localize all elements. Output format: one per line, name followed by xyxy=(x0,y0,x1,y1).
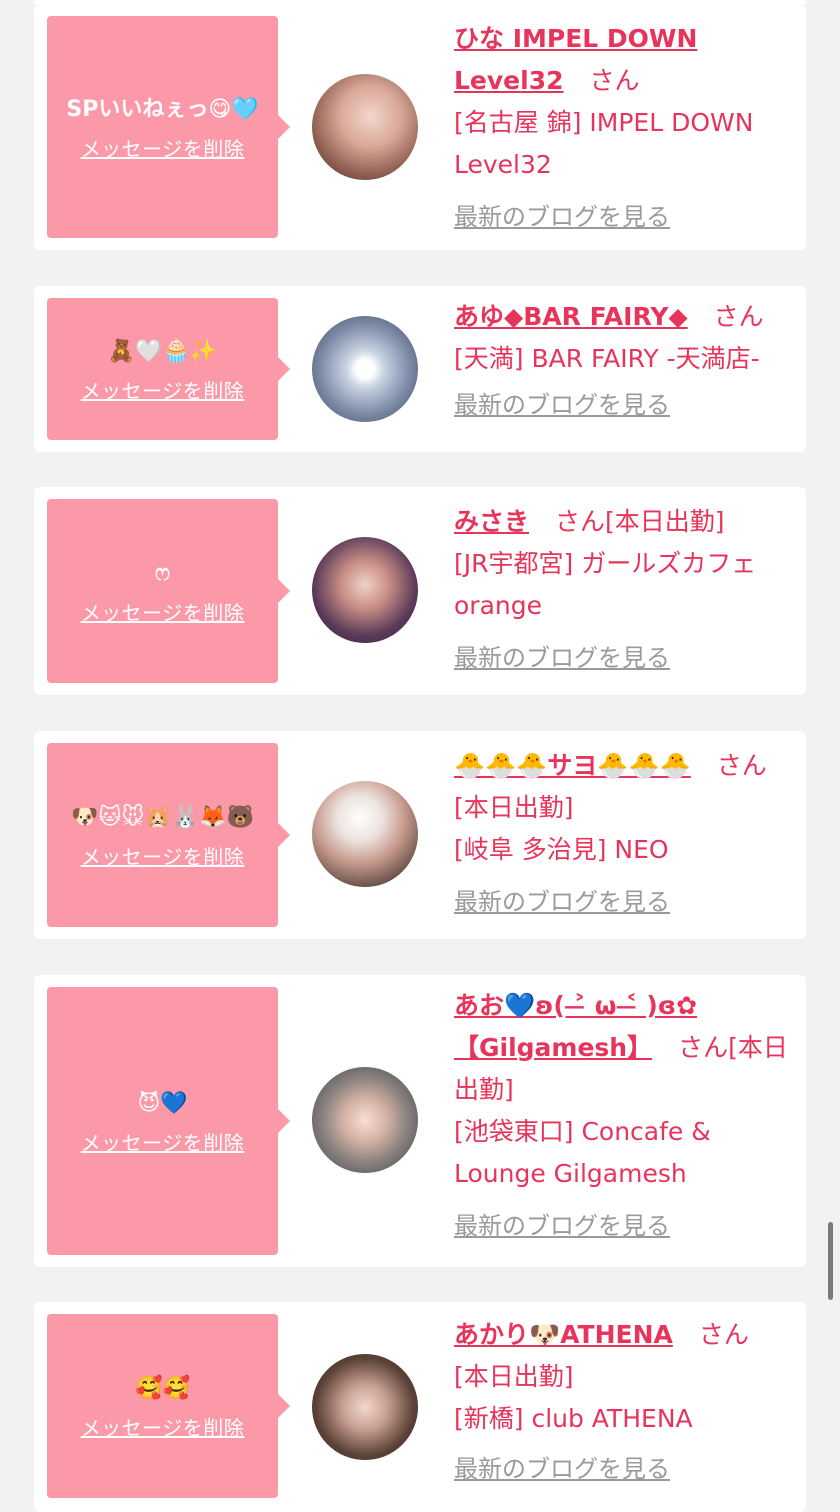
delete-message-link[interactable]: メッセージを削除 xyxy=(81,1127,245,1156)
message-bubble: 🐶🐱🐭🐹🐰🦊🐻 メッセージを削除 xyxy=(47,743,290,927)
honorific: さん xyxy=(554,507,605,536)
message-card: 😈💙 メッセージを削除 あお💙ʚ( ˃̶ ω ˂̶ )ɞ✿ 【Gilgamesh… xyxy=(34,975,806,1267)
honorific: さん xyxy=(698,1320,749,1349)
cast-name-link[interactable]: あゆ◆BAR FAIRY◆ xyxy=(454,302,688,331)
message-card: ෆ‪ メッセージを削除 みさき さん[本日出勤] [JR宇都宮] ガールズカフェ… xyxy=(34,487,806,695)
avatar[interactable] xyxy=(312,1067,418,1173)
status-badge: [本日出勤] xyxy=(454,793,574,822)
honorific: さん xyxy=(713,302,764,331)
avatar[interactable] xyxy=(312,781,418,887)
delete-message-link[interactable]: メッセージを削除 xyxy=(81,375,245,404)
message-bubble: 😈💙 メッセージを削除 xyxy=(47,987,290,1255)
avatar[interactable] xyxy=(312,316,418,422)
cast-info: みさき さん[本日出勤] [JR宇都宮] ガールズカフェorange 最新のブロ… xyxy=(454,501,794,679)
honorific: さん xyxy=(589,66,640,95)
cast-info: あお💙ʚ( ˃̶ ω ˂̶ )ɞ✿ 【Gilgamesh】 さん[本日出勤] [… xyxy=(454,985,794,1247)
cast-info: 🐣🐣🐣サヨ🐣🐣🐣 さん [本日出勤] [岐阜 多治見] NEO 最新のブログを見る xyxy=(454,745,794,923)
shop-name: [名古屋 錦] IMPEL DOWN Level32 xyxy=(454,108,754,179)
delete-message-link[interactable]: メッセージを削除 xyxy=(81,1412,245,1441)
cast-name-link[interactable]: 🐣🐣🐣サヨ🐣🐣🐣 xyxy=(454,751,691,780)
cast-name-link[interactable]: あお💙ʚ( ˃̶ ω ˂̶ )ɞ✿ 【Gilgamesh】 xyxy=(454,991,697,1062)
latest-blog-link[interactable]: 最新のブログを見る xyxy=(454,196,794,238)
shop-name: [天満] BAR FAIRY -天満店- xyxy=(454,344,760,373)
cast-name-link[interactable]: みさき xyxy=(454,507,529,536)
cast-info: ひな IMPEL DOWN Level32 さん [名古屋 錦] IMPEL D… xyxy=(454,18,794,238)
cast-info: あゆ◆BAR FAIRY◆ さん [天満] BAR FAIRY -天満店- 最新… xyxy=(454,296,794,426)
latest-blog-link[interactable]: 最新のブログを見る xyxy=(454,1448,794,1490)
avatar[interactable] xyxy=(312,1354,418,1460)
status-badge: [本日出勤] xyxy=(604,507,725,536)
message-bubble: SPいいねぇっ😋🩵 メッセージを削除 xyxy=(47,16,290,238)
latest-blog-link[interactable]: 最新のブログを見る xyxy=(454,1205,794,1247)
message-text: 🥰🥰 xyxy=(135,1375,190,1401)
cast-name-link[interactable]: ひな IMPEL DOWN Level32 xyxy=(454,24,697,95)
message-card: 🧸🤍🧁✨ メッセージを削除 あゆ◆BAR FAIRY◆ さん [天満] BAR … xyxy=(34,286,806,452)
message-card: 🐶🐱🐭🐹🐰🦊🐻 メッセージを削除 🐣🐣🐣サヨ🐣🐣🐣 さん [本日出勤] [岐阜 多… xyxy=(34,731,806,939)
message-bubble: 🥰🥰 メッセージを削除 xyxy=(47,1314,290,1498)
delete-message-link[interactable]: メッセージを削除 xyxy=(81,133,245,162)
delete-message-link[interactable]: メッセージを削除 xyxy=(81,841,245,870)
cast-name-link[interactable]: あかり🐶ATHENA xyxy=(454,1320,673,1349)
message-card: 🥰🥰 メッセージを削除 あかり🐶ATHENA さん [本日出勤] [新橋] cl… xyxy=(34,1302,806,1512)
message-card: SPいいねぇっ😋🩵 メッセージを削除 ひな IMPEL DOWN Level32… xyxy=(34,4,806,250)
message-text: 😈💙 xyxy=(137,1090,188,1116)
avatar[interactable] xyxy=(312,74,418,180)
shop-name: [新橋] club ATHENA xyxy=(454,1404,693,1433)
delete-message-link[interactable]: メッセージを削除 xyxy=(81,597,245,626)
latest-blog-link[interactable]: 最新のブログを見る xyxy=(454,881,794,923)
message-text: SPいいねぇっ😋🩵 xyxy=(66,96,259,122)
cast-info: あかり🐶ATHENA さん [本日出勤] [新橋] club ATHENA 最新… xyxy=(454,1314,794,1490)
message-text: ෆ‪ xyxy=(155,560,170,586)
scrollbar[interactable] xyxy=(828,1222,833,1300)
message-bubble: 🧸🤍🧁✨ メッセージを削除 xyxy=(47,298,290,440)
honorific: さん xyxy=(716,751,767,780)
honorific: さん xyxy=(678,1033,729,1062)
latest-blog-link[interactable]: 最新のブログを見る xyxy=(454,637,794,679)
latest-blog-link[interactable]: 最新のブログを見る xyxy=(454,384,794,426)
message-text: 🧸🤍🧁✨ xyxy=(107,338,218,364)
avatar[interactable] xyxy=(312,537,418,643)
message-text: 🐶🐱🐭🐹🐰🦊🐻 xyxy=(71,804,254,830)
message-bubble: ෆ‪ メッセージを削除 xyxy=(47,499,290,683)
shop-name: [岐阜 多治見] NEO xyxy=(454,835,669,864)
shop-name: [JR宇都宮] ガールズカフェorange xyxy=(454,549,757,620)
shop-name: [池袋東口] Concafe & Lounge Gilgamesh xyxy=(454,1117,711,1188)
status-badge: [本日出勤] xyxy=(454,1362,574,1391)
